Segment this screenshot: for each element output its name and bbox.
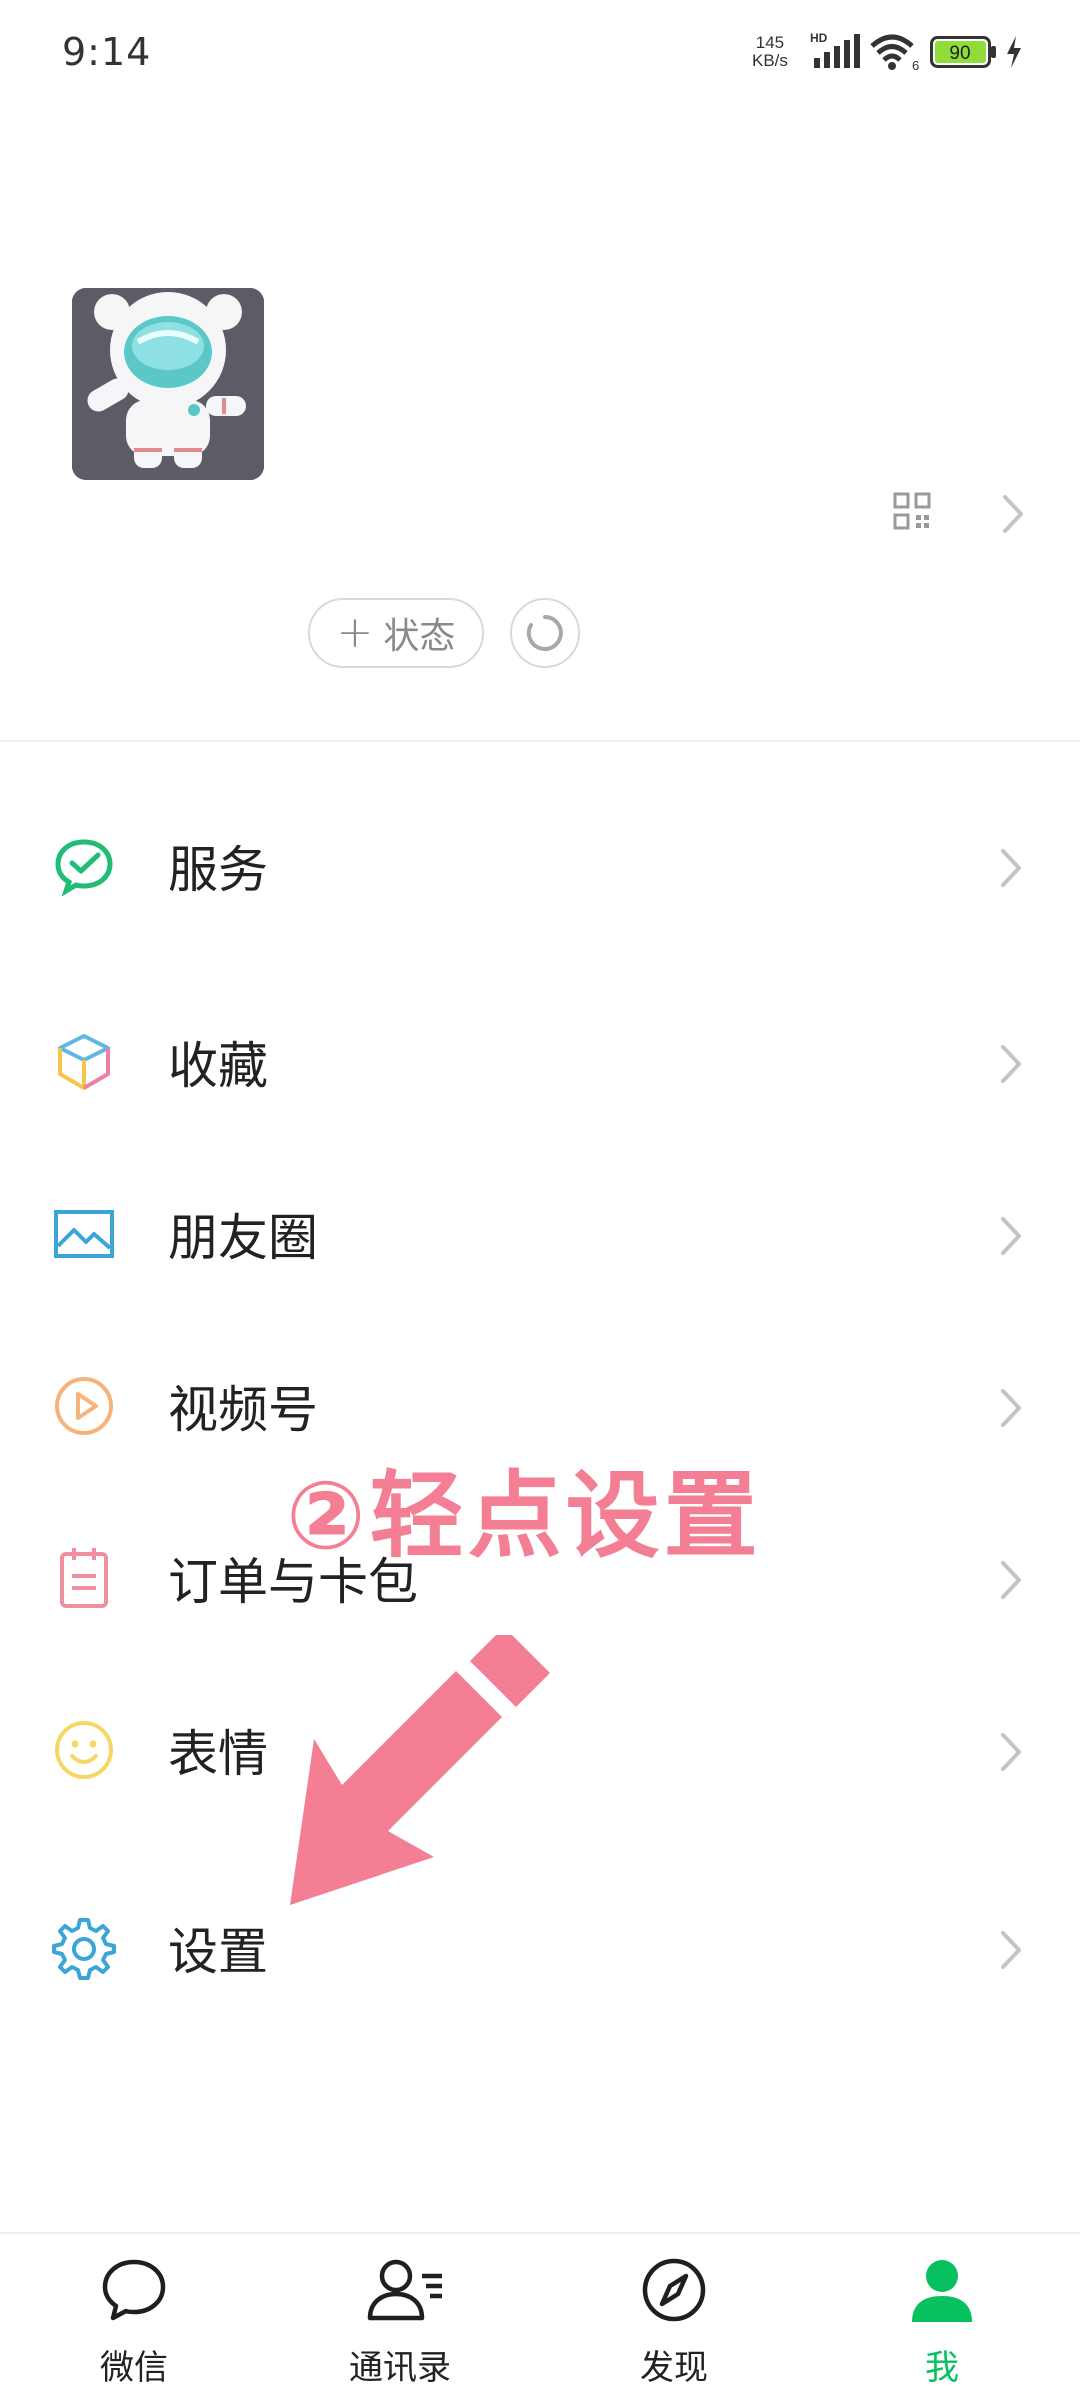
chevron-right-icon [1001, 1931, 1021, 1969]
tab-chats[interactable]: 微信 [34, 2234, 234, 2388]
section-divider [0, 740, 1080, 742]
status-time: 9:14 [62, 30, 152, 74]
image-icon [54, 1210, 114, 1258]
person-icon [912, 2260, 972, 2322]
battery-level: 90 [949, 43, 970, 64]
tab-me[interactable]: 我 [842, 2234, 1042, 2388]
plus-icon: + [336, 607, 374, 658]
cube-icon [58, 1034, 110, 1090]
battery-icon: 90 [930, 36, 996, 68]
chevron-right-icon [1001, 1389, 1021, 1427]
wechat-pay-icon [55, 839, 113, 897]
bottom-navigation: 微信 通讯录 发现 我 [0, 2232, 1080, 2388]
charging-icon [1007, 36, 1021, 68]
notepad-icon [60, 1548, 108, 1608]
contacts-icon [367, 2259, 442, 2321]
add-status-button[interactable]: + 状态 [308, 598, 484, 668]
tab-discover[interactable]: 发现 [574, 2234, 774, 2388]
chevron-right-icon [1001, 849, 1021, 887]
wifi-icon: 6 [870, 34, 919, 72]
chevron-right-icon [1001, 1733, 1021, 1771]
menu-item-label: 朋友圈 [168, 1209, 318, 1267]
menu-item-favorites[interactable]: 收藏 [0, 982, 1080, 1122]
status-ring-button[interactable] [510, 598, 580, 668]
network-speed-unit: KB/s [752, 51, 788, 70]
gear-icon [52, 1918, 116, 1980]
menu-item-channels[interactable]: 视频号 [0, 1326, 1080, 1466]
network-speed-value: 145 [755, 33, 785, 52]
menu-item-label: 服务 [168, 841, 268, 899]
network-type-label: HD [810, 32, 828, 45]
avatar[interactable] [72, 288, 264, 480]
signal-icon: HD [810, 32, 860, 68]
profile-chevron-icon[interactable] [1000, 492, 1026, 536]
qr-code-icon[interactable] [893, 492, 931, 530]
menu-item-label: 视频号 [168, 1381, 318, 1439]
ring-icon [526, 615, 563, 651]
play-circle-icon [55, 1377, 113, 1435]
wifi-channel-label: 6 [912, 58, 919, 72]
menu-item-label: 表情 [168, 1725, 268, 1783]
status-bar: 9:14 145 KB/s HD 6 90 [0, 0, 1080, 105]
smiley-icon [55, 1721, 113, 1779]
status-button-label: 状态 [383, 616, 456, 657]
chevron-right-icon [1001, 1217, 1021, 1255]
chevron-right-icon [1001, 1045, 1021, 1083]
chevron-right-icon [1001, 1561, 1021, 1599]
astronaut-avatar-image [72, 288, 264, 480]
tab-contacts[interactable]: 通讯录 [300, 2234, 500, 2388]
menu-item-label: 设置 [168, 1923, 268, 1981]
menu-item-label: 收藏 [168, 1037, 268, 1095]
tutorial-annotation-text: ②轻点设置 [286, 1462, 762, 1571]
compass-icon [642, 2258, 706, 2322]
menu-item-services[interactable]: 服务 [0, 786, 1080, 926]
tutorial-arrow-icon [290, 1635, 550, 1905]
chat-bubble-icon [102, 2259, 166, 2321]
menu-item-moments[interactable]: 朋友圈 [0, 1154, 1080, 1294]
network-speed: 145 KB/s [752, 34, 788, 70]
